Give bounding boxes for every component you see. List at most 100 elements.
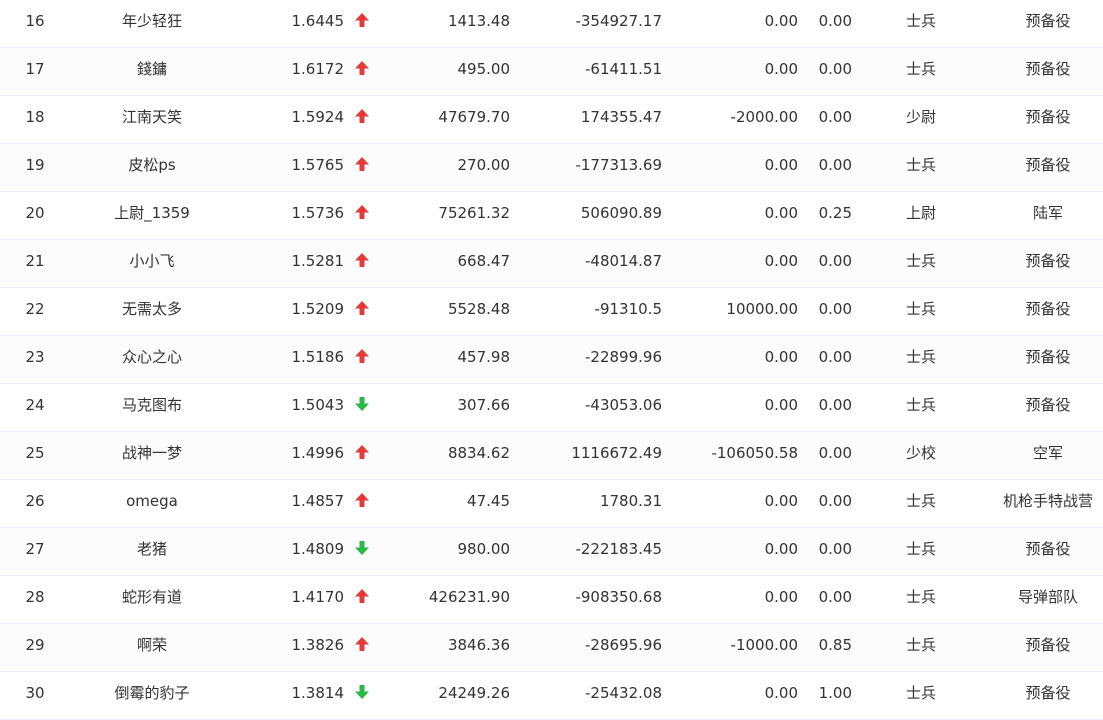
- name-cell: 錢鏞: [136, 60, 167, 78]
- value-d-cell: 0.00: [818, 12, 852, 30]
- value-c-cell: 0.00: [764, 12, 798, 30]
- value-a-cell: 270.00: [457, 156, 511, 174]
- name-cell: 江南天笑: [121, 108, 182, 126]
- value-a-cell: 980.00: [457, 540, 511, 558]
- value-b-cell: -61411.51: [585, 60, 662, 78]
- table-row: 22 无需太多 1.5209 5528.48 -91310.5 10000.00 0.00 士…: [0, 288, 1103, 336]
- value-c-cell: 0.00: [764, 204, 798, 222]
- table-body: 16 年少轻狂 1.6445 1413.48 -354927.17 0.00 0.00 士兵预…: [0, 0, 1103, 720]
- trend-cell: [352, 576, 372, 623]
- name-cell: 战神一梦: [121, 444, 182, 462]
- trend-cell: [352, 480, 372, 527]
- value-c-cell: 0.00: [764, 252, 798, 270]
- value-b-cell: -48014.87: [585, 252, 662, 270]
- arrow-up-icon: [355, 13, 369, 27]
- ratio-cell: 1.4170: [291, 588, 345, 606]
- rank-cell: 21: [25, 252, 45, 270]
- rank-title-cell: 士兵: [905, 348, 936, 366]
- value-c-cell: 0.00: [764, 396, 798, 414]
- arrow-down-icon: [355, 541, 369, 555]
- rank-title-cell: 士兵: [905, 636, 936, 654]
- value-c-cell: 0.00: [764, 588, 798, 606]
- unit-cell: 预备役: [1025, 540, 1071, 558]
- value-b-cell: -91310.5: [594, 300, 662, 318]
- value-a-cell: 5528.48: [447, 300, 510, 318]
- value-d-cell: 0.00: [818, 348, 852, 366]
- value-a-cell: 3846.36: [447, 636, 510, 654]
- value-c-cell: 0.00: [764, 540, 798, 558]
- leaderboard-table: 16 年少轻狂 1.6445 1413.48 -354927.17 0.00 0.00 士兵预…: [0, 0, 1103, 720]
- ratio-cell: 1.5924: [291, 108, 345, 126]
- arrow-up-icon: [355, 205, 369, 219]
- trend-cell: [352, 336, 372, 383]
- value-b-cell: -28695.96: [585, 636, 662, 654]
- ratio-cell: 1.5043: [291, 396, 345, 414]
- unit-cell: 预备役: [1025, 636, 1071, 654]
- table-row: 18 江南天笑 1.5924 47679.70 174355.47 -2000.00 0.0…: [0, 96, 1103, 144]
- unit-cell: 陆军: [1032, 204, 1063, 222]
- name-cell: 小小飞: [129, 252, 175, 270]
- name-cell: 蛇形有道: [121, 588, 182, 606]
- rank-cell: 19: [25, 156, 45, 174]
- unit-cell: 预备役: [1025, 348, 1071, 366]
- value-d-cell: 0.00: [818, 396, 852, 414]
- value-b-cell: 1780.31: [599, 492, 662, 510]
- arrow-up-icon: [355, 109, 369, 123]
- unit-cell: 预备役: [1025, 396, 1071, 414]
- value-d-cell: 0.00: [818, 156, 852, 174]
- table-row: 27 老猪 1.4809 980.00 -222183.45 0.00 0.00 士兵 预备役: [0, 528, 1103, 576]
- unit-cell: 预备役: [1025, 252, 1071, 270]
- trend-cell: [352, 624, 372, 671]
- value-c-cell: 0.00: [764, 156, 798, 174]
- rank-cell: 20: [25, 204, 45, 222]
- rank-cell: 27: [25, 540, 45, 558]
- rank-cell: 24: [25, 396, 45, 414]
- rank-cell: 17: [25, 60, 45, 78]
- rank-title-cell: 少尉: [905, 108, 936, 126]
- trend-cell: [352, 288, 372, 335]
- trend-cell: [352, 384, 372, 431]
- arrow-up-icon: [355, 445, 369, 459]
- value-a-cell: 307.66: [457, 396, 511, 414]
- unit-cell: 预备役: [1025, 156, 1071, 174]
- value-b-cell: 174355.47: [580, 108, 662, 126]
- value-d-cell: 0.00: [818, 300, 852, 318]
- ratio-cell: 1.5765: [291, 156, 345, 174]
- value-d-cell: 0.00: [818, 60, 852, 78]
- name-cell: omega: [126, 492, 178, 510]
- table-row: 30 倒霉的豹子 1.3814 24249.26 -25432.08 0.00 1.00 士兵…: [0, 672, 1103, 720]
- value-b-cell: -177313.69: [575, 156, 662, 174]
- value-c-cell: 0.00: [764, 492, 798, 510]
- value-b-cell: -354927.17: [575, 12, 662, 30]
- unit-cell: 机枪手特战营: [1002, 492, 1093, 510]
- value-d-cell: 0.00: [818, 492, 852, 510]
- value-b-cell: 506090.89: [580, 204, 662, 222]
- value-c-cell: 10000.00: [726, 300, 798, 318]
- value-d-cell: 0.00: [818, 540, 852, 558]
- value-a-cell: 426231.90: [428, 588, 510, 606]
- value-c-cell: 0.00: [764, 348, 798, 366]
- table-row: 16 年少轻狂 1.6445 1413.48 -354927.17 0.00 0.00 士兵 预…: [0, 0, 1103, 48]
- value-d-cell: 0.25: [818, 204, 852, 222]
- value-b-cell: -908350.68: [575, 588, 662, 606]
- value-c-cell: -1000.00: [730, 636, 798, 654]
- rank-cell: 25: [25, 444, 45, 462]
- unit-cell: 预备役: [1025, 300, 1071, 318]
- rank-cell: 29: [25, 636, 45, 654]
- ratio-cell: 1.4996: [291, 444, 345, 462]
- trend-cell: [352, 144, 372, 191]
- ratio-cell: 1.4809: [291, 540, 345, 558]
- rank-title-cell: 士兵: [905, 540, 936, 558]
- value-a-cell: 47.45: [467, 492, 510, 510]
- value-b-cell: -43053.06: [585, 396, 662, 414]
- table-row: 19 皮松ps 1.5765 270.00 -177313.69 0.00 0.00 士兵 预备…: [0, 144, 1103, 192]
- name-cell: 无需太多: [121, 300, 182, 318]
- arrow-down-icon: [355, 685, 369, 699]
- table-row: 25 战神一梦 1.4996 8834.62 1116672.49 -106050.58 0…: [0, 432, 1103, 480]
- rank-title-cell: 士兵: [905, 588, 936, 606]
- arrow-up-icon: [355, 301, 369, 315]
- rank-cell: 22: [25, 300, 45, 318]
- unit-cell: 预备役: [1025, 108, 1071, 126]
- ratio-cell: 1.6172: [291, 60, 345, 78]
- trend-cell: [352, 48, 372, 95]
